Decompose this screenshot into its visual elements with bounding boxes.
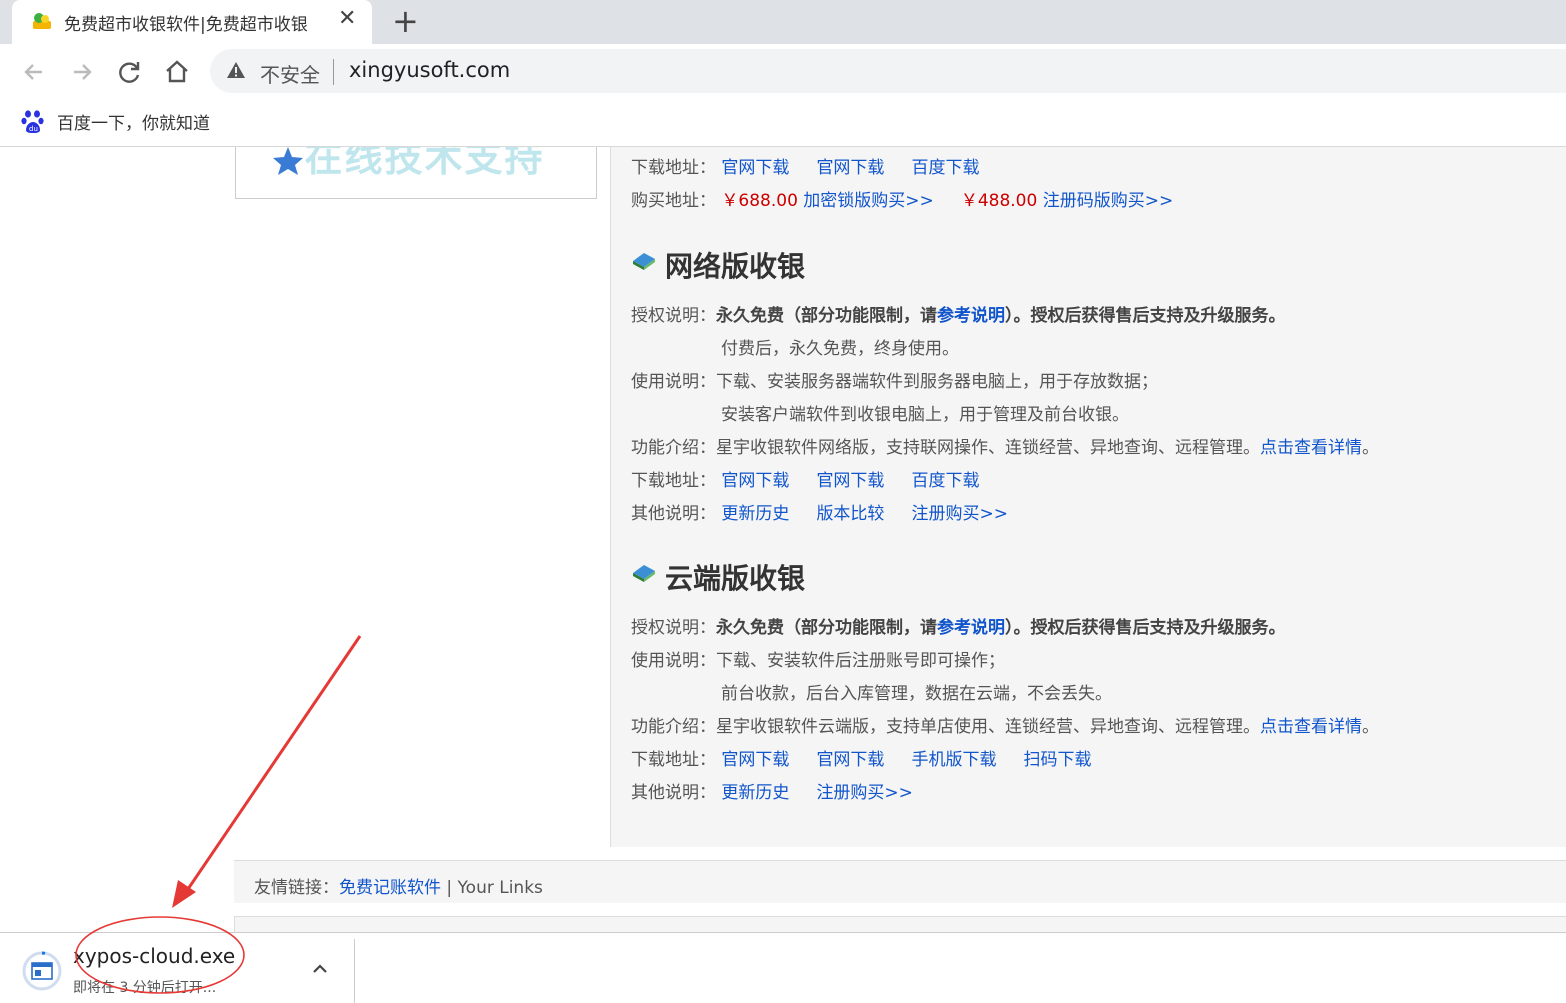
- download-link-baidu[interactable]: 百度下载: [911, 158, 979, 178]
- browser-toolbar: 不安全 xingyusoft.com: [0, 44, 1566, 100]
- address-bar[interactable]: 不安全 xingyusoft.com: [210, 49, 1566, 93]
- cloud-history-link[interactable]: 更新历史: [721, 783, 789, 803]
- network-other-row: 其他说明： 更新历史 版本比较 注册购买>>: [631, 504, 1008, 524]
- cloud-usage-row: 使用说明：下载、安装软件后注册账号即可操作；: [631, 651, 1005, 671]
- network-history-link[interactable]: 更新历史: [721, 504, 789, 524]
- cloud-download-mobile[interactable]: 手机版下载: [911, 750, 996, 770]
- exe-file-icon[interactable]: [22, 951, 62, 991]
- buy-dongle-link[interactable]: 加密锁版购买>>: [803, 191, 934, 211]
- download-shelf: xypos-cloud.exe 即将在 3 分钟后打开...: [0, 932, 1566, 1003]
- home-icon[interactable]: [161, 56, 193, 88]
- friend-links-row: 友情链接：免费记账软件 | Your Links: [254, 878, 543, 898]
- network-details-link[interactable]: 点击查看详情: [1260, 438, 1362, 458]
- cloud-usage-line2: 前台收款，后台入库管理，数据在云端，不会丢失。: [721, 684, 1112, 704]
- network-license-line2: 付费后，永久免费，终身使用。: [721, 339, 959, 359]
- browser-tab[interactable]: 免费超市收银软件|免费超市收银 ✕: [12, 0, 372, 44]
- tab-close-icon[interactable]: ✕: [338, 6, 356, 31]
- cloud-download-qr[interactable]: 扫码下载: [1024, 750, 1092, 770]
- network-download-row: 下载地址： 官网下载 官网下载 百度下载: [631, 471, 980, 491]
- network-feature-row: 功能介绍：星宇收银软件网络版，支持联网操作、连锁经营、异地查询、远程管理。点击查…: [631, 438, 1379, 458]
- new-tab-button[interactable]: +: [392, 2, 419, 40]
- book-icon: [633, 565, 655, 582]
- baidu-paw-icon: du: [21, 110, 44, 133]
- annotation-arrow: [184, 635, 362, 893]
- bookmark-baidu[interactable]: 百度一下，你就知道: [57, 109, 210, 134]
- cloud-download-row: 下载地址： 官网下载 官网下载 手机版下载 扫码下载: [631, 750, 1092, 770]
- url-text[interactable]: xingyusoft.com: [349, 58, 510, 82]
- annotation-arrowhead: [172, 880, 196, 908]
- network-usage-line2: 安装客户端软件到收银电脑上，用于管理及前台收银。: [721, 405, 1129, 425]
- network-download-official-2[interactable]: 官网下载: [816, 471, 884, 491]
- product-panel: 下载地址： 官网下载 官网下载 百度下载 购买地址： ￥688.00 加密锁版购…: [610, 147, 1566, 847]
- network-compare-link[interactable]: 版本比较: [816, 504, 884, 524]
- network-download-official-1[interactable]: 官网下载: [721, 471, 789, 491]
- chevron-up-icon[interactable]: [310, 959, 330, 979]
- top-download-row: 下载地址： 官网下载 官网下载 百度下载: [631, 158, 980, 178]
- forward-icon[interactable]: [66, 56, 98, 88]
- cloud-register-link[interactable]: 注册购买>>: [816, 783, 913, 803]
- banner-graphic-text: 在线技术支持: [274, 147, 545, 180]
- network-reference-link[interactable]: 参考说明: [937, 306, 1005, 326]
- bookmarks-bar: du 百度一下，你就知道: [0, 100, 1566, 147]
- download-link-official-1[interactable]: 官网下载: [721, 158, 789, 178]
- security-label[interactable]: 不安全: [260, 59, 320, 88]
- back-icon[interactable]: [18, 56, 50, 88]
- book-icon: [633, 253, 655, 270]
- download-link-official-2[interactable]: 官网下载: [816, 158, 884, 178]
- network-usage-row: 使用说明：下载、安装服务器端软件到服务器电脑上，用于存放数据；: [631, 372, 1158, 392]
- friend-links-bar: 友情链接：免费记账软件 | Your Links: [234, 860, 1566, 903]
- online-support-banner[interactable]: 在线技术支持: [235, 147, 597, 199]
- price-regcode: ￥488.00: [960, 191, 1038, 211]
- reload-icon[interactable]: [113, 56, 145, 88]
- cloud-download-official-1[interactable]: 官网下载: [721, 750, 789, 770]
- svg-text:du: du: [29, 125, 38, 133]
- network-download-baidu[interactable]: 百度下载: [911, 471, 979, 491]
- site-favicon-icon: [33, 13, 51, 29]
- cloud-license-row: 授权说明：永久免费（部分功能限制，请参考说明）。授权后获得售后支持及升级服务。: [631, 618, 1286, 638]
- cloud-feature-row: 功能介绍：星宇收银软件云端版，支持单店使用、连锁经营、异地查询、远程管理。点击查…: [631, 717, 1379, 737]
- warning-icon: [227, 62, 245, 78]
- download-filename[interactable]: xypos-cloud.exe: [73, 944, 235, 968]
- tab-strip: 免费超市收银软件|免费超市收银 ✕ +: [0, 0, 1566, 44]
- shelf-divider: [354, 939, 355, 1003]
- cloud-details-link[interactable]: 点击查看详情: [1260, 717, 1362, 737]
- cloud-download-official-2[interactable]: 官网下载: [816, 750, 884, 770]
- network-register-link[interactable]: 注册购买>>: [911, 504, 1008, 524]
- price-dongle: ￥688.00: [721, 191, 798, 211]
- tab-title: 免费超市收银软件|免费超市收银: [64, 15, 308, 35]
- buy-regcode-link[interactable]: 注册码版购买>>: [1043, 191, 1174, 211]
- friend-link-accounting[interactable]: 免费记账软件: [339, 878, 441, 898]
- omnibox-separator: [333, 59, 334, 85]
- top-buy-row: 购买地址： ￥688.00 加密锁版购买>> ￥488.00 注册码版购买>>: [631, 191, 1174, 211]
- network-license-row: 授权说明：永久免费（部分功能限制，请参考说明）。授权后获得售后支持及升级服务。: [631, 306, 1286, 326]
- cloud-other-row: 其他说明： 更新历史 注册购买>>: [631, 783, 913, 803]
- cloud-reference-link[interactable]: 参考说明: [937, 618, 1005, 638]
- download-status: 即将在 3 分钟后打开...: [73, 980, 217, 996]
